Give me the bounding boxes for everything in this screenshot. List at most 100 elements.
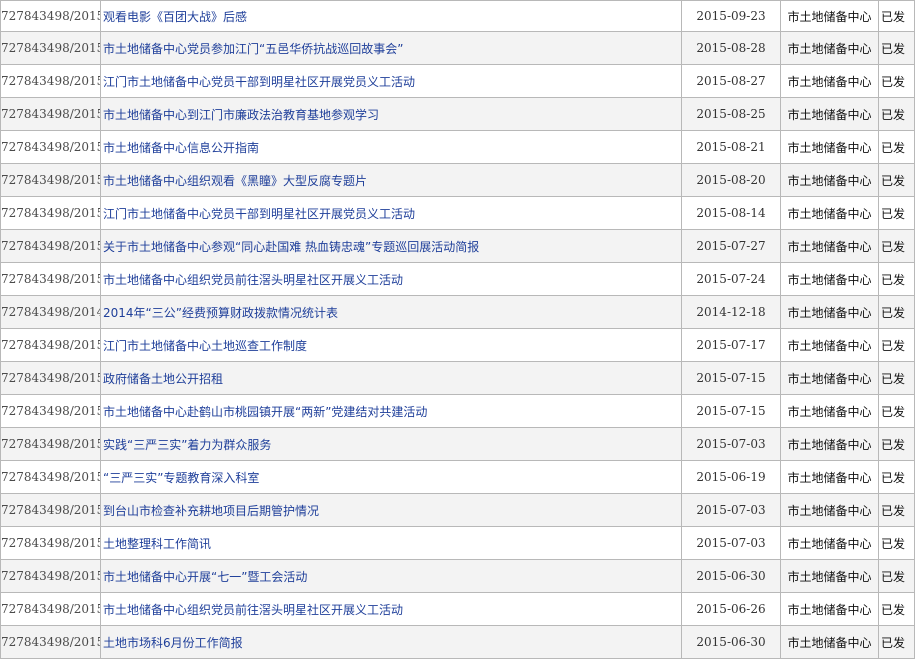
- doc-title-link[interactable]: “三严三实”专题教育深入科室: [103, 471, 259, 485]
- table-row: 727843498/2015-...到台山市检查补充耕地项目后期管护情况 2015…: [0, 493, 915, 527]
- doc-title-link[interactable]: 关于市土地储备中心参观“同心赴国难 热血铸忠魂”专题巡回展活动简报: [103, 240, 479, 254]
- doc-status-cell: 已发: [878, 460, 915, 494]
- doc-id-cell: 727843498/2015-...: [0, 229, 101, 263]
- table-row: 727843498/2015-...市土地储备中心信息公开指南 2015-08-2…: [0, 130, 915, 164]
- doc-title-cell: 关于市土地储备中心参观“同心赴国难 热血铸忠魂”专题巡回展活动简报: [100, 229, 682, 263]
- doc-id-cell: 727843498/2015-...: [0, 394, 101, 428]
- table-row: 727843498/2015-...江门市土地储备中心土地巡查工作制度 2015-…: [0, 328, 915, 362]
- doc-title-link[interactable]: 江门市土地储备中心党员干部到明星社区开展党员义工活动: [103, 207, 415, 221]
- doc-date-cell: 2015-08-14: [681, 196, 781, 230]
- doc-title-cell: 江门市土地储备中心土地巡查工作制度: [100, 328, 682, 362]
- table-row: 727843498/2015-...市土地储备中心赴鹤山市桃园镇开展“两新”党建…: [0, 394, 915, 428]
- doc-dept-cell: 市土地储备中心: [780, 427, 879, 461]
- doc-id-cell: 727843498/2015-...: [0, 592, 101, 626]
- doc-title-link[interactable]: 土地市场科6月份工作简报: [103, 636, 243, 650]
- table-row: 727843498/2015-...市土地储备中心组织观看《黑瞳》大型反腐专题片…: [0, 163, 915, 197]
- doc-id-cell: 727843498/2015-...: [0, 361, 101, 395]
- doc-title-link[interactable]: 市土地储备中心组织党员前往滘头明星社区开展义工活动: [103, 273, 403, 287]
- table-row: 727843498/2015-...江门市土地储备中心党员干部到明星社区开展党员…: [0, 196, 915, 230]
- table-row: 727843498/2015-...市土地储备中心组织党员前往滘头明星社区开展义…: [0, 592, 915, 626]
- doc-status-cell: 已发: [878, 328, 915, 362]
- doc-date-cell: 2015-08-25: [681, 97, 781, 131]
- doc-date-cell: 2015-07-15: [681, 361, 781, 395]
- table-row: 727843498/2015-...关于市土地储备中心参观“同心赴国难 热血铸忠…: [0, 229, 915, 263]
- doc-id-cell: 727843498/2015-...: [0, 493, 101, 527]
- doc-title-link[interactable]: 2014年“三公”经费预算财政拨款情况统计表: [103, 306, 338, 320]
- doc-dept-cell: 市土地储备中心: [780, 526, 879, 560]
- doc-id-cell: 727843498/2015-...: [0, 460, 101, 494]
- doc-id-cell: 727843498/2015-...: [0, 526, 101, 560]
- doc-date-cell: 2015-08-21: [681, 130, 781, 164]
- doc-title-cell: 市土地储备中心组织党员前往滘头明星社区开展义工活动: [100, 592, 682, 626]
- doc-date-cell: 2015-09-23: [681, 0, 781, 32]
- table-row: 727843498/2014-...2014年“三公”经费预算财政拨款情况统计表…: [0, 295, 915, 329]
- doc-dept-cell: 市土地储备中心: [780, 31, 879, 65]
- doc-status-cell: 已发: [878, 97, 915, 131]
- doc-title-link[interactable]: 土地整理科工作简讯: [103, 537, 211, 551]
- table-row: 727843498/2015-...“三严三实”专题教育深入科室 2015-06-…: [0, 460, 915, 494]
- doc-title-link[interactable]: 实践“三严三实”着力为群众服务: [103, 438, 271, 452]
- doc-title-cell: 江门市土地储备中心党员干部到明星社区开展党员义工活动: [100, 64, 682, 98]
- doc-status-cell: 已发: [878, 64, 915, 98]
- doc-title-cell: 观看电影《百团大战》后感: [100, 0, 682, 32]
- doc-status-cell: 已发: [878, 0, 915, 32]
- doc-dept-cell: 市土地储备中心: [780, 229, 879, 263]
- doc-date-cell: 2014-12-18: [681, 295, 781, 329]
- doc-date-cell: 2015-06-26: [681, 592, 781, 626]
- table-row: 727843498/2015-...土地整理科工作简讯 2015-07-03市土地…: [0, 526, 915, 560]
- doc-title-link[interactable]: 江门市土地储备中心土地巡查工作制度: [103, 339, 307, 353]
- doc-date-cell: 2015-07-03: [681, 427, 781, 461]
- doc-dept-cell: 市土地储备中心: [780, 394, 879, 428]
- doc-dept-cell: 市土地储备中心: [780, 0, 879, 32]
- doc-dept-cell: 市土地储备中心: [780, 262, 879, 296]
- doc-date-cell: 2015-07-03: [681, 493, 781, 527]
- doc-id-cell: 727843498/2015-...: [0, 64, 101, 98]
- doc-title-cell: 江门市土地储备中心党员干部到明星社区开展党员义工活动: [100, 196, 682, 230]
- doc-title-link[interactable]: 市土地储备中心到江门市廉政法治教育基地参观学习: [103, 108, 379, 122]
- doc-title-link[interactable]: 观看电影《百团大战》后感: [103, 10, 247, 24]
- doc-status-cell: 已发: [878, 493, 915, 527]
- doc-title-link[interactable]: 政府储备土地公开招租: [103, 372, 223, 386]
- doc-id-cell: 727843498/2015-...: [0, 163, 101, 197]
- doc-title-cell: 实践“三严三实”着力为群众服务: [100, 427, 682, 461]
- doc-date-cell: 2015-08-28: [681, 31, 781, 65]
- doc-dept-cell: 市土地储备中心: [780, 163, 879, 197]
- doc-title-link[interactable]: 市土地储备中心党员参加江门“五邑华侨抗战巡回故事会”: [103, 42, 403, 56]
- doc-title-link[interactable]: 江门市土地储备中心党员干部到明星社区开展党员义工活动: [103, 75, 415, 89]
- doc-title-link[interactable]: 市土地储备中心信息公开指南: [103, 141, 259, 155]
- doc-id-cell: 727843498/2015-...: [0, 328, 101, 362]
- doc-status-cell: 已发: [878, 361, 915, 395]
- table-row: 727843498/2015-...观看电影《百团大战》后感 2015-09-23…: [0, 0, 915, 32]
- doc-dept-cell: 市土地储备中心: [780, 64, 879, 98]
- doc-id-cell: 727843498/2015-...: [0, 625, 101, 659]
- doc-status-cell: 已发: [878, 163, 915, 197]
- doc-status-cell: 已发: [878, 295, 915, 329]
- doc-title-cell: 市土地储备中心到江门市廉政法治教育基地参观学习: [100, 97, 682, 131]
- table-row: 727843498/2015-...土地市场科6月份工作简报 2015-06-30…: [0, 625, 915, 659]
- doc-title-cell: 市土地储备中心信息公开指南: [100, 130, 682, 164]
- doc-status-cell: 已发: [878, 394, 915, 428]
- doc-status-cell: 已发: [878, 31, 915, 65]
- doc-id-cell: 727843498/2015-...: [0, 427, 101, 461]
- doc-title-link[interactable]: 市土地储备中心开展“七一”暨工会活动: [103, 570, 307, 584]
- doc-date-cell: 2015-06-30: [681, 559, 781, 593]
- doc-dept-cell: 市土地储备中心: [780, 328, 879, 362]
- doc-title-cell: 市土地储备中心赴鹤山市桃园镇开展“两新”党建结对共建活动: [100, 394, 682, 428]
- doc-id-cell: 727843498/2015-...: [0, 31, 101, 65]
- doc-dept-cell: 市土地储备中心: [780, 460, 879, 494]
- doc-dept-cell: 市土地储备中心: [780, 559, 879, 593]
- doc-date-cell: 2015-07-17: [681, 328, 781, 362]
- doc-status-cell: 已发: [878, 196, 915, 230]
- doc-dept-cell: 市土地储备中心: [780, 130, 879, 164]
- doc-status-cell: 已发: [878, 625, 915, 659]
- doc-title-link[interactable]: 市土地储备中心赴鹤山市桃园镇开展“两新”党建结对共建活动: [103, 405, 427, 419]
- doc-date-cell: 2015-07-24: [681, 262, 781, 296]
- doc-dept-cell: 市土地储备中心: [780, 97, 879, 131]
- doc-id-cell: 727843498/2015-...: [0, 97, 101, 131]
- doc-title-link[interactable]: 市土地储备中心组织党员前往滘头明星社区开展义工活动: [103, 603, 403, 617]
- doc-dept-cell: 市土地储备中心: [780, 625, 879, 659]
- doc-title-link[interactable]: 到台山市检查补充耕地项目后期管护情况: [103, 504, 319, 518]
- doc-dept-cell: 市土地储备中心: [780, 592, 879, 626]
- document-list-table: 727843498/2015-...观看电影《百团大战》后感2015-09-23…: [0, 0, 915, 659]
- doc-title-link[interactable]: 市土地储备中心组织观看《黑瞳》大型反腐专题片: [103, 174, 367, 188]
